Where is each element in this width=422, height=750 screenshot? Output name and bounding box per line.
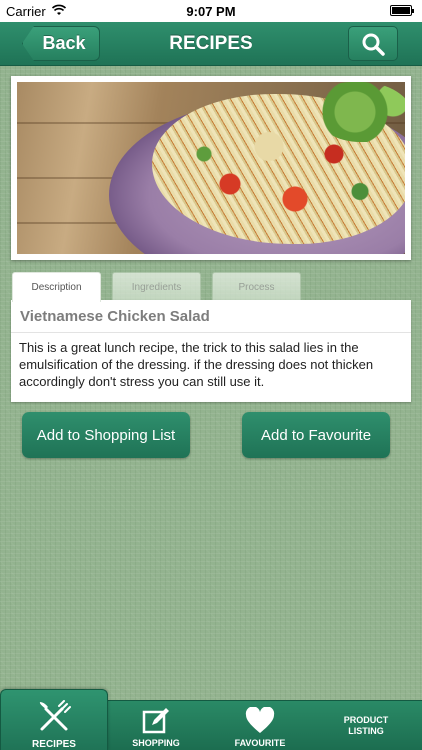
- tab-bar-shopping-label: SHOPPING: [132, 738, 180, 748]
- nav-bar: Back RECIPES: [0, 22, 422, 66]
- recipe-title: Vietnamese Chicken Salad: [20, 308, 210, 325]
- add-to-favourite-button[interactable]: Add to Favourite: [242, 412, 390, 458]
- tab-bar: RECIPES SHOPPING FAVOURITE PRODUCT LISTI…: [0, 689, 422, 750]
- search-button[interactable]: [348, 26, 398, 61]
- tab-bar-product-label-line1: PRODUCT: [343, 715, 389, 725]
- tab-bar-product-listing[interactable]: PRODUCT LISTING: [316, 701, 416, 750]
- tab-ingredients[interactable]: Ingredients: [112, 272, 201, 302]
- recipe-description: This is a great lunch recipe, the trick …: [19, 340, 374, 389]
- back-button[interactable]: Back: [22, 26, 100, 61]
- tab-bar-shopping[interactable]: SHOPPING: [108, 701, 204, 750]
- card-divider: [11, 332, 411, 333]
- battery-icon: [390, 5, 414, 16]
- recipe-photo: [17, 82, 405, 254]
- description-card: Vietnamese Chicken Salad This is a great…: [11, 300, 411, 402]
- tab-bar-favourite-label: FAVOURITE: [234, 738, 286, 748]
- tab-description[interactable]: Description: [12, 272, 101, 302]
- recipe-photo-frame: [11, 76, 411, 260]
- tab-bar-recipes-label: RECIPES: [32, 739, 76, 750]
- status-time: 9:07 PM: [186, 4, 236, 19]
- edit-icon: [142, 708, 169, 734]
- fork-knife-icon: [39, 700, 71, 731]
- tab-process[interactable]: Process: [212, 272, 301, 302]
- herbs-shape: [317, 82, 405, 142]
- tab-bar-product-label-line2: LISTING: [348, 726, 384, 736]
- add-to-shopping-list-button[interactable]: Add to Shopping List: [22, 412, 190, 458]
- search-icon: [362, 33, 385, 56]
- tab-bar-favourite[interactable]: FAVOURITE: [212, 701, 308, 750]
- tab-bar-recipes[interactable]: RECIPES: [0, 689, 108, 750]
- status-bar: Carrier 9:07 PM: [0, 0, 422, 22]
- heart-icon: [245, 707, 275, 733]
